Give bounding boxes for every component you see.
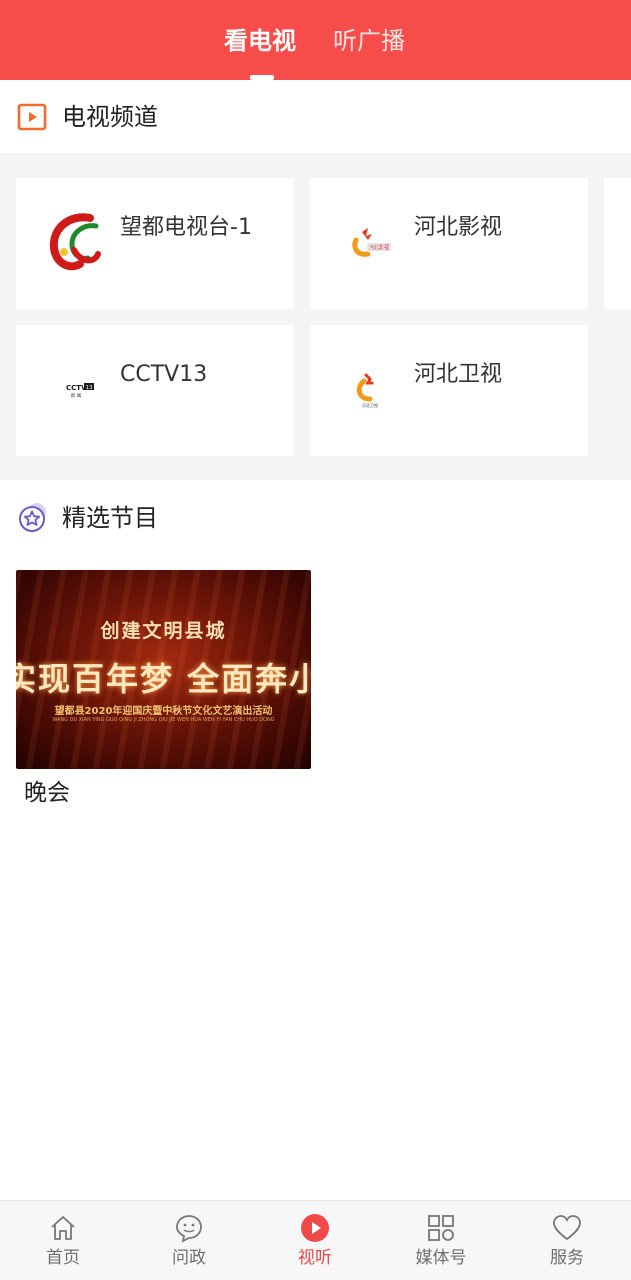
nav-label: 问政 xyxy=(172,1248,206,1268)
program-card[interactable]: 创建文明县城 实现百年梦 全面奔小康 望都县2020年迎国庆暨中秋节文化文艺演出… xyxy=(16,570,311,809)
nav-item-wenzheng[interactable]: 问政 xyxy=(126,1201,252,1280)
chat-bubble-icon xyxy=(176,1215,202,1243)
nav-item-home[interactable]: 首页 xyxy=(0,1201,126,1280)
top-header: 看电视 听广播 xyxy=(0,0,631,80)
tab-watch-tv[interactable]: 看电视 xyxy=(224,24,296,58)
thumbnail-slogan: 实现百年梦 全面奔小康 xyxy=(16,660,311,698)
channel-name: 河北影视 xyxy=(414,215,503,240)
hebei-satellite-logo: 河北卫视 xyxy=(356,373,378,408)
channel-name: 望都电视台-1 xyxy=(120,215,252,240)
programs-section-header: 精选节目 xyxy=(0,481,631,553)
channel-grid: 望都电视台-1 河北影视 河北影视 CCTV 13 新 闻 CCTV13 河北卫… xyxy=(0,153,631,480)
nav-item-media[interactable]: 媒体号 xyxy=(378,1201,504,1280)
channel-name: 河北卫视 xyxy=(414,362,503,387)
thumbnail-headline: 创建文明县城 xyxy=(100,620,227,642)
nav-item-service[interactable]: 服务 xyxy=(504,1201,630,1280)
home-icon xyxy=(51,1216,75,1240)
thumbnail-event-title: 望都县2020年迎国庆暨中秋节文化文艺演出活动 xyxy=(54,706,273,717)
star-circle-icon xyxy=(19,503,46,532)
program-thumbnail[interactable]: 创建文明县城 实现百年梦 全面奔小康 望都县2020年迎国庆暨中秋节文化文艺演出… xyxy=(16,570,311,769)
program-label[interactable]: 晚会 xyxy=(24,777,311,809)
nav-label: 服务 xyxy=(550,1248,584,1268)
tab-listen-radio[interactable]: 听广播 xyxy=(333,24,405,58)
nav-label: 首页 xyxy=(46,1248,80,1268)
wangdu-tv-logo xyxy=(49,213,101,271)
bottom-nav: 首页 问政 视听 媒体号 服务 xyxy=(0,1200,631,1280)
channel-card-hebei-satellite[interactable]: 河北卫视 河北卫视 xyxy=(310,325,588,456)
nav-item-shiting[interactable]: 视听 xyxy=(252,1201,378,1280)
channel-card-partial[interactable] xyxy=(604,178,631,309)
channel-card-wangdu[interactable]: 望都电视台-1 xyxy=(16,178,294,309)
svg-text:13: 13 xyxy=(86,385,93,391)
channel-name: CCTV13 xyxy=(120,362,208,387)
svg-text:CCTV: CCTV xyxy=(66,384,87,392)
svg-text:河北卫视: 河北卫视 xyxy=(362,402,378,408)
cctv13-logo: CCTV 13 新 闻 xyxy=(56,383,96,399)
tv-section-title: 电视频道 xyxy=(62,103,158,131)
channel-card-hebei-film[interactable]: 河北影视 河北影视 xyxy=(310,178,588,309)
play-square-icon xyxy=(17,103,47,131)
nav-label: 媒体号 xyxy=(415,1248,467,1268)
play-circle-icon xyxy=(301,1214,329,1242)
programs-section-title: 精选节目 xyxy=(62,504,158,532)
grid-icon xyxy=(428,1215,454,1241)
thumbnail-pinyin: WANG DU XIAN YING GUO QING JI ZHONG QIU … xyxy=(52,717,275,723)
heart-icon xyxy=(553,1215,581,1241)
svg-text:新 闻: 新 闻 xyxy=(71,392,82,399)
hebei-film-logo: 河北影视 xyxy=(352,228,391,257)
channel-card-cctv13[interactable]: CCTV 13 新 闻 CCTV13 xyxy=(16,325,294,456)
tv-section-header: 电视频道 xyxy=(0,80,631,152)
nav-label: 视听 xyxy=(298,1248,332,1268)
svg-text:河北影视: 河北影视 xyxy=(369,244,389,251)
